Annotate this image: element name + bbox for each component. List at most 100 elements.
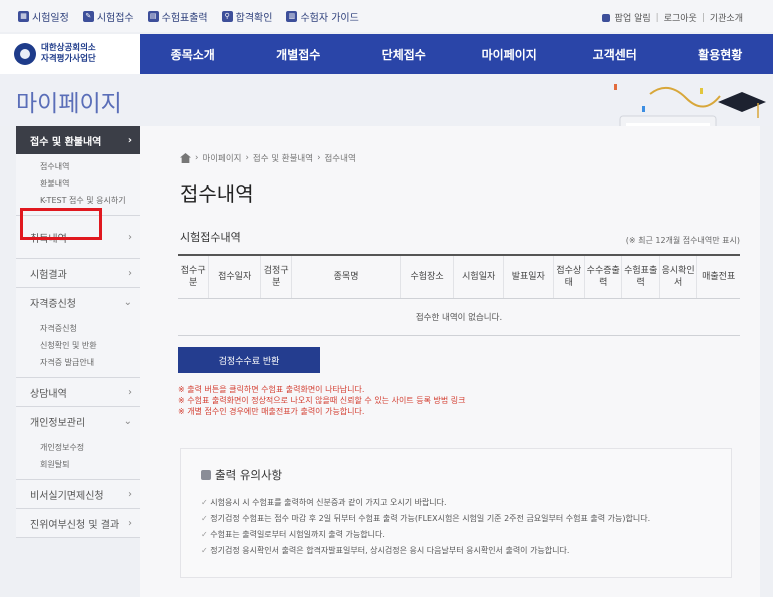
gnb-item-group-apply[interactable]: 단체접수 [351, 46, 457, 63]
sidebar-item-authenticity[interactable]: 진위여부신청 및 결과 › [16, 509, 140, 537]
sidebar-item-exemption[interactable]: 비서실기면제신청 › [16, 480, 140, 508]
printer-icon: ▤ [147, 11, 159, 22]
chevron-right-icon: › [128, 517, 132, 529]
printer-icon [201, 470, 211, 480]
agency-intro-link[interactable]: 기관소개 [710, 11, 743, 24]
chevron-right-icon: › [127, 134, 132, 146]
calendar-icon: ▦ [18, 11, 29, 22]
edit-icon: ✎ [82, 11, 94, 22]
sidebar-submenu-certificate: 자격증신청 신청확인 및 반환 자격증 발급안내 [16, 316, 140, 377]
column-header: 시험일자 [453, 254, 504, 299]
utility-link-ticket[interactable]: ▤ 수험표출력 [147, 9, 208, 24]
logo-emblem-icon [14, 43, 36, 65]
application-table: 접수구분 접수일자 검정구분 종목명 수험장소 시험일자 발표일자 접수상태 수… [178, 254, 740, 336]
divider: | [655, 12, 659, 23]
utility-link-guide[interactable]: ▥ 수험자 가이드 [286, 9, 359, 24]
chevron-right-icon: › [128, 231, 132, 243]
sidebar-subitem-cert-check[interactable]: 신청확인 및 반환 [16, 337, 140, 354]
breadcrumb-separator: › [245, 153, 249, 163]
sidebar-item-results[interactable]: 시험결과 › [16, 259, 140, 287]
gnb-menu: 종목소개 개별접수 단체접수 마이페이지 고객센터 활용현황 [140, 34, 773, 74]
column-header: 접수구분 [178, 254, 209, 299]
gnb-item-subjects[interactable]: 종목소개 [140, 46, 246, 63]
column-header: 발표일자 [503, 254, 554, 299]
utility-bar: ▦ 시험일정 ✎ 시험접수 ▤ 수험표출력 ⚲ 합격확인 ▥ 수험자 가이드 팝업 알림 … [0, 0, 773, 32]
sidebar-section-profile: 개인정보관리 ⌄ 개인정보수정 회원탈퇴 [16, 407, 140, 480]
gnb-item-individual-apply[interactable]: 개별접수 [246, 46, 352, 63]
sidebar-item-application[interactable]: 접수 및 환불내역 › [16, 126, 140, 154]
column-header: 접수일자 [208, 254, 261, 299]
bell-icon [601, 13, 610, 22]
utility-links: ▦ 시험일정 ✎ 시험접수 ▤ 수험표출력 ⚲ 합격확인 ▥ 수험자 가이드 [18, 9, 359, 24]
caution-list: 시험응시 시 수험표를 출력하여 신분증과 같이 가지고 오시기 바랍니다. 정… [201, 495, 650, 559]
sidebar-section-application: 접수 및 환불내역 › 접수내역 환불내역 K-TEST 접수 및 응시하기 [16, 126, 140, 216]
sidebar-item-certificate[interactable]: 자격증신청 ⌄ [16, 288, 140, 316]
sidebar-section-authenticity: 진위여부신청 및 결과 › [16, 509, 140, 538]
breadcrumb-item: 접수내역 [324, 154, 356, 164]
sidebar-submenu-application: 접수내역 환불내역 K-TEST 접수 및 응시하기 [16, 154, 140, 215]
column-header: 응시확인서 [658, 254, 697, 299]
sidebar: 접수 및 환불내역 › 접수내역 환불내역 K-TEST 접수 및 응시하기 취득… [16, 126, 140, 538]
sidebar-section-certificate: 자격증신청 ⌄ 자격증신청 신청확인 및 반환 자격증 발급안내 [16, 288, 140, 378]
notice-item-link[interactable]: ※ 수험표 출력화면이 정상적으로 나오지 않을때 신뢰할 수 있는 사이트 등… [178, 395, 465, 406]
column-header: 수수증출력 [584, 254, 622, 299]
book-icon: ▥ [286, 11, 298, 22]
table-row: 접수한 내역이 없습니다. [178, 298, 740, 336]
sidebar-subitem-withdraw[interactable]: 회원탈퇴 [16, 456, 140, 473]
divider: | [701, 12, 705, 23]
breadcrumb-item[interactable]: 접수 및 환불내역 [253, 152, 313, 164]
caution-item: 정기검정 응시확인서 출력은 합격자발표일부터, 상시검정은 응시 다음날부터 … [201, 543, 650, 559]
column-header: 검정구분 [260, 254, 292, 299]
highlight-box [20, 208, 102, 240]
column-header: 접수상태 [552, 254, 585, 299]
chevron-right-icon: › [128, 488, 132, 500]
main-content: › 마이페이지 › 접수 및 환불내역 › 접수내역 접수내역 시험접수내역 (… [140, 126, 760, 597]
sidebar-subitem-cert-guide[interactable]: 자격증 발급안내 [16, 354, 140, 371]
content-title: 접수내역 [180, 182, 254, 206]
sidebar-subitem-ktest[interactable]: K-TEST 접수 및 응시하기 [16, 192, 140, 209]
breadcrumb-separator: › [317, 153, 321, 163]
search-icon: ⚲ [221, 11, 233, 22]
popup-link[interactable]: 팝업 알림 [615, 11, 651, 24]
sidebar-subitem-refunds[interactable]: 환불내역 [16, 175, 140, 192]
fee-refund-button[interactable]: 검정수수료 반환 [178, 347, 320, 373]
table-header-row: 접수구분 접수일자 검정구분 종목명 수험장소 시험일자 발표일자 접수상태 수… [178, 254, 740, 299]
main-navigation: 대한상공회의소 자격평가사업단 종목소개 개별접수 단체접수 마이페이지 고객센… [0, 34, 773, 74]
caution-item: 정기검정 수험표는 접수 마감 후 2일 뒤부터 수험표 출력 가능(FLEX시… [201, 511, 650, 527]
breadcrumb-separator: › [195, 153, 199, 163]
empty-message: 접수한 내역이 없습니다. [178, 298, 740, 336]
utility-link-apply[interactable]: ✎ 시험접수 [82, 9, 134, 24]
sidebar-section-results: 시험결과 › [16, 259, 140, 288]
gnb-item-mypage[interactable]: 마이페이지 [457, 46, 563, 63]
breadcrumb: › 마이페이지 › 접수 및 환불내역 › 접수내역 [180, 152, 356, 164]
sidebar-subitem-applications[interactable]: 접수내역 [16, 158, 140, 175]
logout-link[interactable]: 로그아웃 [664, 11, 697, 24]
print-caution-box: 출력 유의사항 시험응시 시 수험표를 출력하여 신분증과 같이 가지고 오시기… [180, 448, 732, 578]
gnb-item-support[interactable]: 고객센터 [562, 46, 668, 63]
column-header: 수험장소 [399, 254, 454, 299]
utility-link-result[interactable]: ⚲ 합격확인 [221, 9, 272, 24]
logo-text: 대한상공회의소 자격평가사업단 [41, 43, 96, 64]
sidebar-section-exemption: 비서실기면제신청 › [16, 480, 140, 509]
sidebar-item-consult[interactable]: 상담내역 › [16, 378, 140, 406]
caution-item: 시험응시 시 수험표를 출력하여 신분증과 같이 가지고 오시기 바랍니다. [201, 495, 650, 511]
caution-item: 수험표는 출력일로부터 시험일까지 출력 가능합니다. [201, 527, 650, 543]
chevron-down-icon: ⌄ [123, 296, 132, 308]
sidebar-item-profile[interactable]: 개인정보관리 ⌄ [16, 407, 140, 435]
home-icon[interactable] [180, 153, 191, 163]
notice-list: ※ 출력 버튼을 클릭하면 수험표 출력화면이 나타납니다. ※ 수험표 출력화… [178, 384, 465, 417]
chevron-down-icon: ⌄ [123, 415, 132, 427]
utility-right: 팝업 알림 | 로그아웃 | 기관소개 [601, 11, 743, 24]
sidebar-submenu-profile: 개인정보수정 회원탈퇴 [16, 435, 140, 479]
table-note: (※ 최근 12개월 접수내역만 표시) [625, 236, 740, 245]
sidebar-subitem-cert-apply[interactable]: 자격증신청 [16, 320, 140, 337]
utility-link-schedule[interactable]: ▦ 시험일정 [18, 9, 69, 24]
page-title: 마이페이지 [16, 91, 122, 117]
site-logo[interactable]: 대한상공회의소 자격평가사업단 [0, 34, 140, 74]
sidebar-section-consult: 상담내역 › [16, 378, 140, 407]
chevron-right-icon: › [128, 386, 132, 398]
breadcrumb-item[interactable]: 마이페이지 [202, 152, 241, 164]
gnb-item-usage[interactable]: 활용현황 [668, 46, 773, 63]
sidebar-subitem-edit-profile[interactable]: 개인정보수정 [16, 439, 140, 456]
caution-title: 출력 유의사항 [201, 467, 282, 483]
